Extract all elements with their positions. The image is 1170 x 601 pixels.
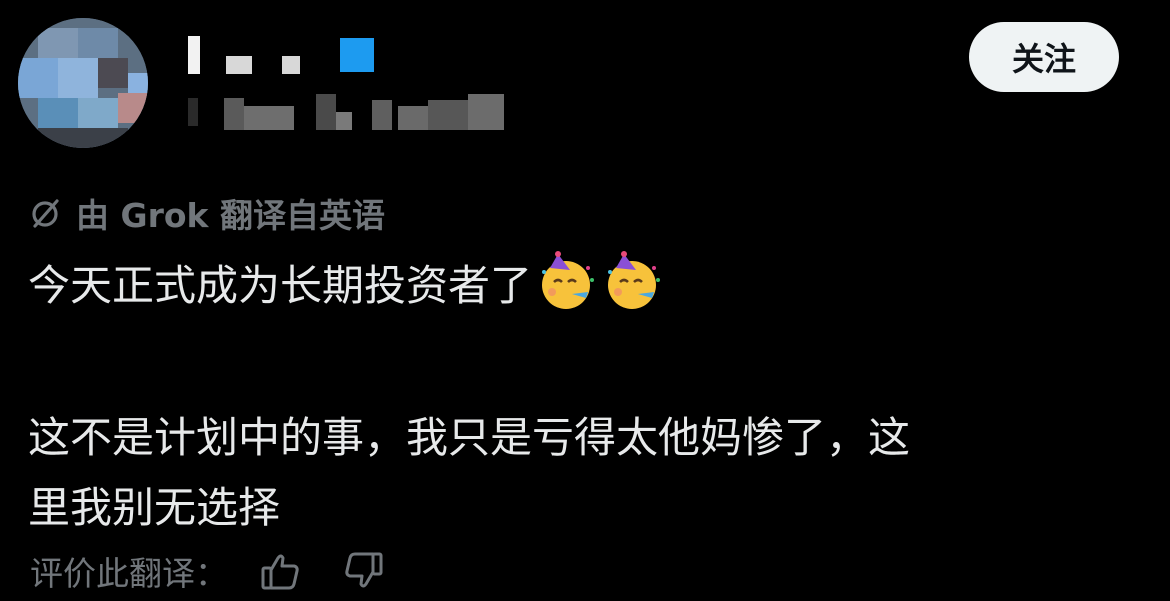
rate-translation-row: 评价此翻译： <box>30 545 384 597</box>
partying-face-icon <box>536 250 598 312</box>
display-name-redacted[interactable] <box>188 36 388 76</box>
partying-face-icon <box>602 250 664 312</box>
redaction-block <box>188 98 198 126</box>
redaction-block <box>372 100 392 130</box>
redaction-block <box>336 112 352 130</box>
avatar-pixel <box>118 93 148 123</box>
avatar-pixel <box>128 73 148 93</box>
avatar[interactable] <box>18 18 148 148</box>
avatar-pixel <box>38 98 78 128</box>
thumbs-up-icon[interactable] <box>260 550 302 592</box>
follow-button[interactable]: 关注 <box>969 22 1119 92</box>
grok-icon <box>30 197 62 229</box>
post-text: 今天正式成为长期投资者了 这不是计划中的事，我只是亏得太他妈惨了，这 里我别无选… <box>28 250 1138 543</box>
avatar-pixel <box>38 128 128 148</box>
redaction-block <box>282 56 300 74</box>
redaction-block <box>398 106 428 130</box>
translation-notice-text: 由 Grok 翻译自英语 <box>76 196 385 235</box>
handle-redacted <box>188 92 518 132</box>
verified-badge-icon <box>340 38 374 72</box>
redaction-block <box>428 100 468 130</box>
redaction-block <box>224 98 244 130</box>
redaction-block <box>316 94 336 130</box>
redaction-block <box>188 36 200 74</box>
post-line-text: 今天正式成为长期投资者了 <box>28 261 533 310</box>
redaction-block <box>244 106 294 130</box>
translation-notice[interactable]: 由 Grok 翻译自英语 <box>30 190 385 236</box>
avatar-pixel <box>98 58 128 88</box>
avatar-pixel <box>58 58 98 98</box>
redaction-block <box>226 56 252 74</box>
avatar-pixel <box>18 58 58 98</box>
rate-translation-label: 评价此翻译： <box>30 554 228 593</box>
avatar-pixel <box>78 98 118 128</box>
post-line: 这不是计划中的事，我只是亏得太他妈惨了，这 <box>28 413 911 462</box>
post-line: 里我别无选择 <box>28 483 281 532</box>
redaction-block <box>468 94 504 130</box>
thumbs-down-icon[interactable] <box>342 550 384 592</box>
post-line: 今天正式成为长期投资者了 <box>28 250 1138 321</box>
